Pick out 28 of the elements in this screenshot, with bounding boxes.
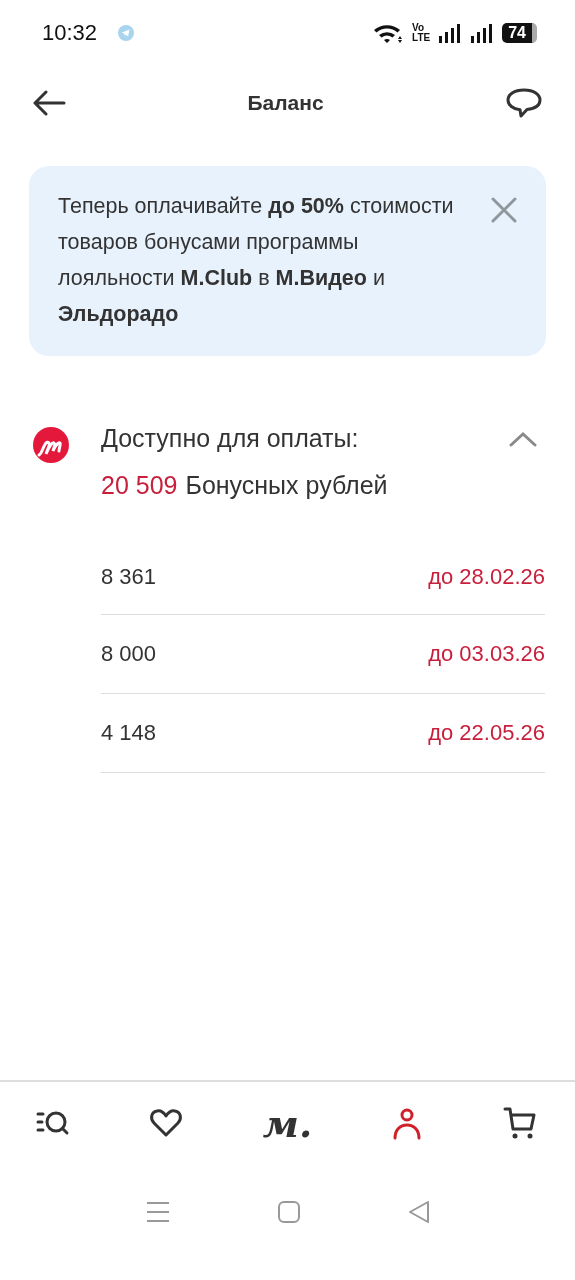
clock-time: 10:32 — [42, 20, 98, 46]
expiry-date: до 28.02.26 — [428, 564, 545, 590]
balance-unit: Бонусных рублей — [185, 471, 388, 500]
network-label: LTE — [412, 33, 431, 43]
home-logo[interactable]: м. — [262, 1104, 313, 1144]
page-title: Баланс — [247, 91, 324, 115]
balance-amount: 20 509 — [101, 471, 178, 500]
back-triangle-icon[interactable] — [406, 1200, 431, 1224]
menu-icon[interactable] — [144, 1200, 171, 1224]
bonus-amount: 4 148 — [101, 720, 157, 746]
banner-text: Теперь оплачивайте до 50% стоимости товаров бонусами программы лояльности M.Club в М.Видео и Эльдорадо — [58, 193, 455, 328]
chevron-up-icon[interactable] — [509, 430, 537, 447]
chat-icon[interactable] — [505, 87, 543, 119]
signal-icon — [438, 22, 463, 44]
expiry-date: до 03.03.26 — [428, 641, 545, 667]
balance-label: Доступно для оплаты: — [101, 424, 359, 453]
home-square-icon[interactable] — [276, 1200, 301, 1224]
telegram-icon — [117, 24, 136, 42]
brand-logo-icon — [33, 427, 69, 463]
battery-indicator: 74 — [502, 23, 537, 43]
signal-icon — [470, 22, 495, 44]
expiry-date: до 22.05.26 — [428, 720, 545, 746]
network-label: Vo — [412, 23, 426, 33]
wifi-icon — [372, 22, 405, 44]
back-arrow-icon[interactable] — [32, 90, 66, 116]
bonus-amount: 8 361 — [101, 564, 157, 590]
bonus-amount: 8 000 — [101, 641, 157, 667]
close-icon[interactable] — [490, 196, 518, 224]
